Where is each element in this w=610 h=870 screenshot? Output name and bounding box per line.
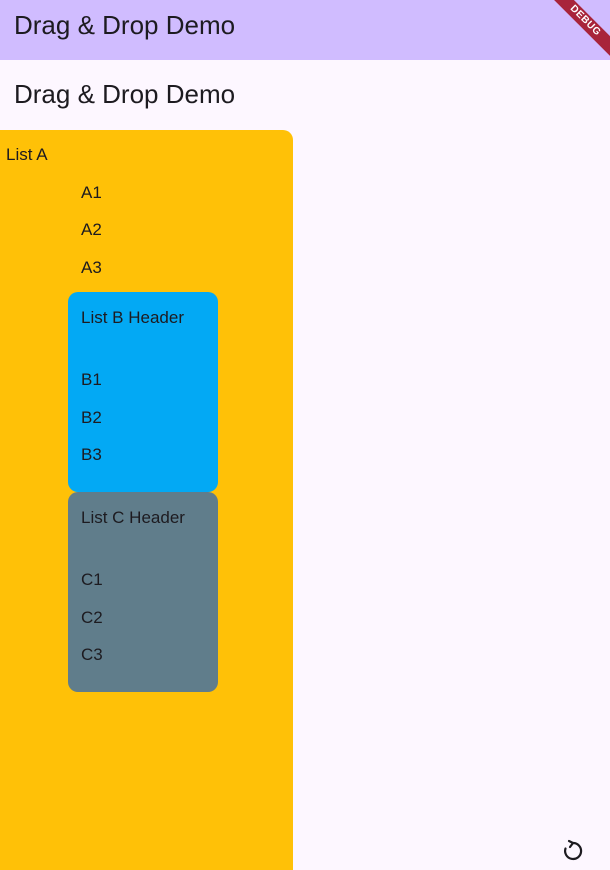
list-b-header[interactable]: List B Header bbox=[81, 308, 184, 328]
list-a-container[interactable]: List A A1 A2 A3 List B Header B1 B2 B3 L… bbox=[0, 130, 293, 870]
list-b-container[interactable]: List B Header B1 B2 B3 bbox=[68, 292, 218, 492]
list-a-title: List A bbox=[6, 145, 48, 164]
list-item-c2[interactable]: C2 bbox=[81, 608, 103, 628]
debug-label: DEBUG bbox=[550, 0, 610, 58]
list-item-a1[interactable]: A1 bbox=[81, 183, 102, 203]
debug-banner: DEBUG bbox=[550, 0, 610, 60]
list-item-b1[interactable]: B1 bbox=[81, 370, 102, 390]
page-title: Drag & Drop Demo bbox=[14, 79, 236, 109]
list-c-header[interactable]: List C Header bbox=[81, 508, 185, 528]
list-item-b3[interactable]: B3 bbox=[81, 445, 102, 465]
refresh-icon[interactable] bbox=[560, 838, 586, 864]
list-item-c1[interactable]: C1 bbox=[81, 570, 103, 590]
app-bar: Drag & Drop Demo bbox=[0, 0, 610, 60]
list-item-a2[interactable]: A2 bbox=[81, 220, 102, 240]
app-bar-title: Drag & Drop Demo bbox=[14, 10, 236, 40]
list-item-a3[interactable]: A3 bbox=[81, 258, 102, 278]
list-c-container[interactable]: List C Header C1 C2 C3 bbox=[68, 492, 218, 692]
list-item-b2[interactable]: B2 bbox=[81, 408, 102, 428]
list-item-c3[interactable]: C3 bbox=[81, 645, 103, 665]
